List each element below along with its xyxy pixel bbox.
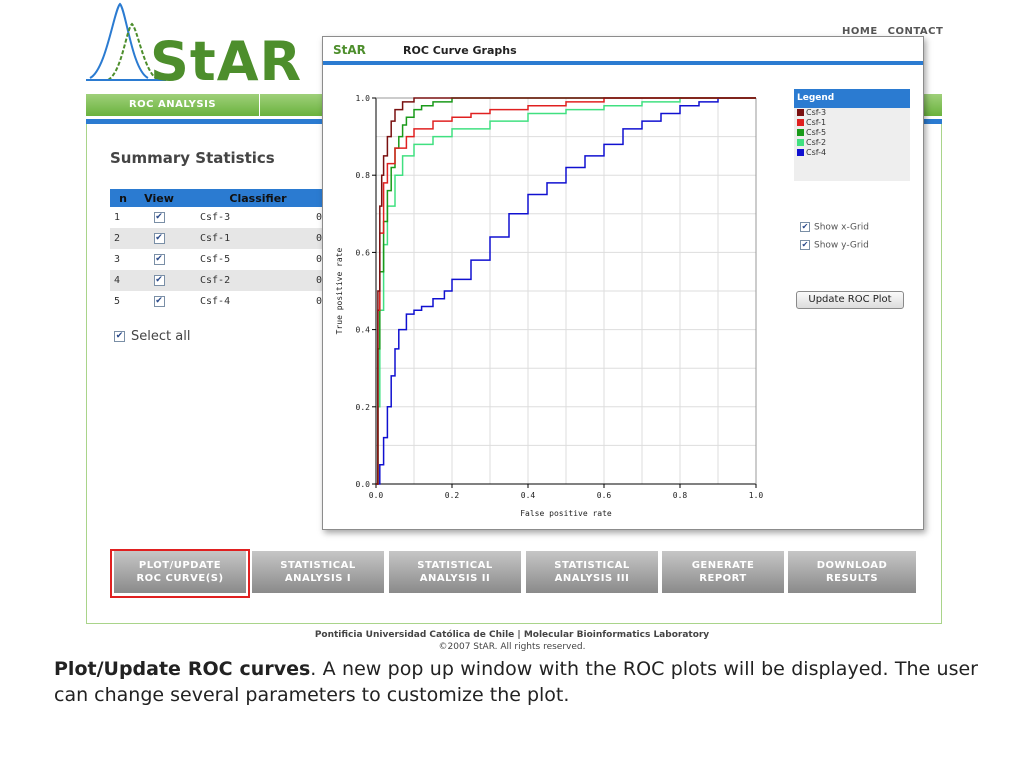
button-label: ANALYSIS I [284, 573, 352, 584]
roc-chart: 0.0 0.2 0.4 0.6 0.8 1.0 0.0 0.2 0.4 0.6 0.8 1.0 Fals… [335, 94, 764, 518]
y-axis-label: True positive rate [335, 247, 344, 334]
y-tick-label: 0.8 [356, 171, 371, 180]
column-header-view: View [132, 189, 186, 207]
legend-label: Csf-1 [806, 118, 827, 127]
x-axis-label: False positive rate [520, 509, 612, 518]
x-tick-label: 1.0 [749, 491, 764, 500]
classifier-name: Csf-4 [186, 291, 316, 312]
column-header-classifier: Classifier [186, 189, 316, 207]
footer-institution: Pontificia Universidad Católica de Chile… [314, 630, 710, 640]
summary-table: n View Classifier 1 ✔ Csf-3 0 2 ✔ Csf-1 … [110, 189, 336, 312]
legend-swatch [797, 129, 804, 136]
row-number: 3 [110, 249, 132, 270]
statistical-analysis-2-button[interactable]: STATISTICAL ANALYSIS II [389, 551, 521, 593]
show-x-grid-label: Show x-Grid [814, 222, 869, 233]
button-label: ANALYSIS III [554, 573, 630, 584]
legend-item: Csf-5 [794, 128, 910, 138]
legend-title: Legend [794, 89, 910, 108]
row-number: 4 [110, 270, 132, 291]
tab-roc-analysis[interactable]: ROC ANALYSIS [86, 94, 260, 116]
select-all[interactable]: ✔ Select all [114, 329, 190, 344]
table-header: n View Classifier [110, 189, 336, 207]
view-checkbox[interactable]: ✔ [153, 274, 165, 286]
highlight-box [110, 549, 250, 598]
button-label: RESULTS [825, 573, 879, 584]
x-tick-label: 0.8 [673, 491, 688, 500]
select-all-label: Select all [131, 329, 191, 344]
y-tick-label: 0.0 [356, 480, 371, 489]
show-y-grid-option[interactable]: ✔ Show y-Grid [800, 240, 869, 251]
view-checkbox[interactable]: ✔ [153, 211, 165, 223]
classifier-name: Csf-1 [186, 228, 316, 249]
classifier-name: Csf-3 [186, 207, 316, 228]
legend-swatch [797, 119, 804, 126]
y-tick-label: 0.4 [356, 326, 371, 335]
x-tick-label: 0.4 [521, 491, 536, 500]
logo-text: StAR [150, 30, 303, 93]
legend-swatch [797, 109, 804, 116]
chart-legend: Legend Csf-3 Csf-1 Csf-5 Csf-2 Csf-4 [794, 89, 910, 181]
footer: Pontificia Universidad Católica de Chile… [0, 630, 1024, 652]
legend-item: Csf-4 [794, 148, 910, 158]
view-checkbox[interactable]: ✔ [153, 253, 165, 265]
button-label: STATISTICAL [554, 560, 630, 571]
row-number: 5 [110, 291, 132, 312]
column-header-n: n [110, 189, 132, 207]
legend-label: Csf-4 [806, 148, 827, 157]
show-x-grid-checkbox[interactable]: ✔ [800, 222, 810, 232]
view-checkbox[interactable]: ✔ [153, 295, 165, 307]
legend-item: Csf-1 [794, 118, 910, 128]
select-all-checkbox[interactable]: ✔ [114, 331, 125, 342]
y-tick-label: 0.2 [356, 403, 371, 412]
x-tick-label: 0.2 [445, 491, 460, 500]
row-number: 1 [110, 207, 132, 228]
x-tick-label: 0.6 [597, 491, 612, 500]
footer-copyright: ©2007 StAR. All rights reserved. [438, 642, 586, 652]
x-tick-label: 0.0 [369, 491, 384, 500]
view-checkbox[interactable]: ✔ [153, 232, 165, 244]
popup-title-bar[interactable]: StAR ROC Curve Graphs [323, 37, 923, 65]
show-y-grid-checkbox[interactable]: ✔ [800, 240, 810, 250]
button-label: GENERATE [691, 560, 755, 571]
show-y-grid-label: Show y-Grid [814, 240, 869, 251]
legend-label: Csf-5 [806, 128, 827, 137]
table-row: 2 ✔ Csf-1 0 [110, 228, 336, 249]
popup-brand: StAR [333, 43, 366, 57]
table-row: 1 ✔ Csf-3 0 [110, 207, 336, 228]
table-row: 3 ✔ Csf-5 0 [110, 249, 336, 270]
legend-swatch [797, 149, 804, 156]
update-roc-plot-button[interactable]: Update ROC Plot [796, 291, 904, 309]
caption: Plot/Update ROC curves. A new pop up win… [54, 656, 978, 708]
y-tick-label: 1.0 [356, 94, 371, 103]
classifier-name: Csf-2 [186, 270, 316, 291]
y-tick-label: 0.6 [356, 248, 371, 257]
legend-label: Csf-3 [806, 108, 827, 117]
legend-swatch [797, 139, 804, 146]
classifier-name: Csf-5 [186, 249, 316, 270]
legend-item: Csf-2 [794, 138, 910, 148]
legend-item: Csf-3 [794, 108, 910, 118]
show-x-grid-option[interactable]: ✔ Show x-Grid [800, 222, 869, 233]
button-label: REPORT [699, 573, 747, 584]
button-label: STATISTICAL [280, 560, 356, 571]
button-label: STATISTICAL [417, 560, 493, 571]
caption-title: Plot/Update ROC curves [54, 658, 311, 680]
popup-title: ROC Curve Graphs [403, 44, 517, 57]
table-row: 4 ✔ Csf-2 0 [110, 270, 336, 291]
button-label: ANALYSIS II [419, 573, 491, 584]
download-results-button[interactable]: DOWNLOAD RESULTS [788, 551, 916, 593]
statistical-analysis-1-button[interactable]: STATISTICAL ANALYSIS I [252, 551, 384, 593]
generate-report-button[interactable]: GENERATE REPORT [662, 551, 784, 593]
button-label: DOWNLOAD [816, 560, 888, 571]
row-number: 2 [110, 228, 132, 249]
legend-label: Csf-2 [806, 138, 827, 147]
statistical-analysis-3-button[interactable]: STATISTICAL ANALYSIS III [526, 551, 658, 593]
summary-title: Summary Statistics [110, 149, 275, 167]
table-row: 5 ✔ Csf-4 0 [110, 291, 336, 312]
